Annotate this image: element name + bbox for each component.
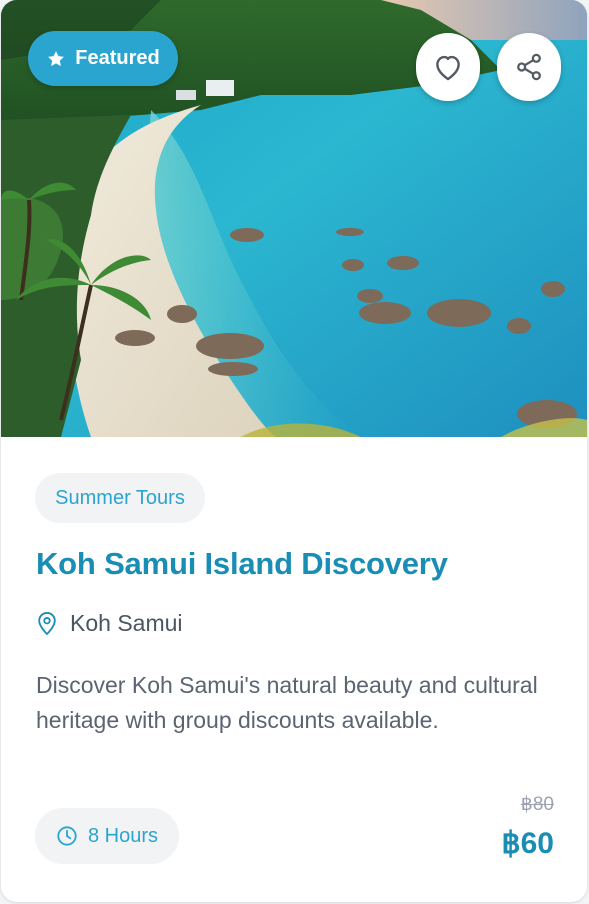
original-price: ฿80 bbox=[520, 794, 554, 815]
duration-badge: 8 Hours bbox=[35, 808, 179, 864]
star-icon bbox=[48, 50, 65, 66]
featured-badge: Featured bbox=[28, 31, 178, 86]
heart-icon bbox=[436, 55, 460, 81]
share-button[interactable] bbox=[497, 33, 561, 101]
category-label: Summer Tours bbox=[55, 486, 185, 509]
clock-icon bbox=[57, 826, 77, 846]
tour-image[interactable]: Featured bbox=[1, 0, 587, 437]
tour-description: Discover Koh Samui's natural beauty and … bbox=[36, 672, 538, 733]
featured-badge-label: Featured bbox=[75, 47, 160, 69]
share-icon bbox=[517, 53, 541, 81]
location: Koh Samui bbox=[36, 606, 183, 640]
current-price: ฿60 bbox=[501, 827, 554, 860]
map-pin-icon bbox=[38, 612, 56, 636]
category-tag[interactable]: Summer Tours bbox=[35, 473, 205, 523]
duration-label: 8 Hours bbox=[87, 824, 159, 847]
favorite-button[interactable] bbox=[416, 33, 480, 101]
tour-card[interactable]: Featured Summer Tours Koh Samui Island D… bbox=[1, 0, 587, 902]
location-label: Koh Samui bbox=[70, 609, 183, 636]
tour-title[interactable]: Koh Samui Island Discovery bbox=[36, 546, 448, 582]
